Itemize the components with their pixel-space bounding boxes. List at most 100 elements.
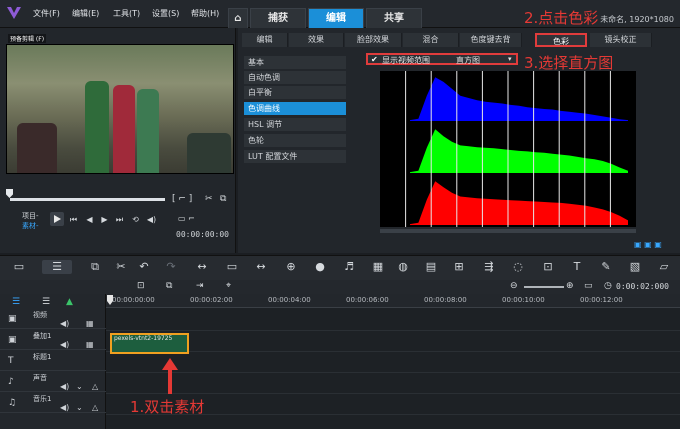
tab-edit[interactable]: 编辑 (308, 8, 364, 28)
nav-lut-profile[interactable]: LUT 配置文件 (244, 150, 346, 163)
marker-icon[interactable]: ⌖ (226, 281, 231, 291)
track-lock-icon[interactable]: △ (92, 403, 98, 412)
subtab-blend[interactable]: 混合 (403, 33, 459, 47)
scope-settings-icon[interactable]: ▣ (654, 240, 662, 249)
title-icon[interactable]: T (570, 260, 584, 274)
subtitle-icon[interactable]: ▤ (424, 260, 438, 274)
volume-icon[interactable]: ◀) (146, 214, 157, 225)
copy-icon[interactable]: ⧉ (220, 194, 226, 204)
mask-icon[interactable]: ◍ (396, 260, 410, 274)
scope-save-icon[interactable]: ▣ (644, 240, 652, 249)
next-frame-icon[interactable]: ▶ (99, 214, 110, 225)
nav-white-balance[interactable]: 白平衡 (244, 86, 346, 99)
timeline-row-overlay[interactable] (106, 331, 680, 352)
timeline-ruler[interactable]: 00:00:00:00 00:00:02:00 00:00:04:00 00:0… (106, 294, 680, 308)
loop-icon[interactable]: ◌ (511, 260, 525, 274)
track-manager-icon[interactable]: ⧉ (88, 260, 102, 274)
multicam-icon[interactable]: ▦ (371, 260, 385, 274)
timeline-view-icon[interactable]: ☰ (42, 260, 72, 274)
link-icon[interactable]: ⧉ (166, 281, 172, 291)
ripple-icon[interactable]: ⇥ (196, 281, 204, 291)
play-button[interactable] (50, 212, 64, 226)
menu-file[interactable]: 文件(F) (33, 8, 60, 19)
split-screen-icon[interactable]: ⊞ (452, 260, 466, 274)
track-music[interactable]: ♫ 音乐1 ◀) ⌄ △ (0, 394, 106, 413)
speed-icon[interactable]: ⇶ (482, 260, 496, 274)
scope-view-icon[interactable]: ▣ (634, 240, 642, 249)
zoom-in-icon[interactable]: ⊕ (566, 281, 574, 291)
undo-icon[interactable]: ↶ (137, 260, 151, 274)
track-expand-icon[interactable]: ⌄ (76, 403, 83, 412)
scrub-bar[interactable] (10, 198, 165, 201)
nav-tone-curve[interactable]: 色调曲线 (244, 102, 346, 115)
scope-select[interactable]: 直方图 (456, 55, 480, 66)
track-audio-icon[interactable]: ◀) (60, 319, 69, 328)
aspect-icon[interactable]: ▭ ⌐ (178, 214, 195, 223)
timeline-row-title[interactable] (106, 352, 680, 373)
track-expand-icon[interactable]: ⌄ (76, 382, 83, 391)
track-lock-icon[interactable]: △ (92, 382, 98, 391)
menu-tools[interactable]: 工具(T) (113, 8, 140, 19)
effect-icon[interactable]: ▧ (628, 260, 642, 274)
add-track-icon[interactable]: ▲ (66, 297, 73, 307)
subtab-lens-correction[interactable]: 镜头校正 (590, 33, 652, 47)
nav-auto-tone[interactable]: 自动色调 (244, 71, 346, 84)
trim-markers-icon[interactable]: [ ⌐ ] (172, 194, 192, 204)
track-audio-icon[interactable]: ◀) (60, 382, 69, 391)
storyboard-view-icon[interactable]: ▭ (12, 260, 26, 274)
clip-mode-label[interactable]: 素材- (22, 221, 39, 231)
track-audio-icon[interactable]: ◀) (60, 403, 69, 412)
video-preview[interactable] (6, 44, 234, 174)
home-tab[interactable]: ⌂ (228, 8, 248, 28)
motion-icon[interactable]: ⊕ (284, 260, 298, 274)
fit-icon[interactable]: ↔ (195, 260, 209, 274)
split-icon[interactable]: ✂ (205, 194, 213, 204)
zoom-slider[interactable] (524, 286, 564, 288)
zoom-time[interactable]: 0:00:02:000 (616, 282, 669, 291)
track-audio-icon[interactable]: ◀) (60, 340, 69, 349)
record-icon[interactable]: ● (313, 260, 327, 274)
subtab-effects[interactable]: 效果 (289, 33, 344, 47)
snap-icon[interactable]: ⊡ (137, 281, 145, 291)
crop-icon[interactable]: ▭ (225, 260, 239, 274)
nav-hsl[interactable]: HSL 调节 (244, 118, 346, 131)
more-icon[interactable]: ▱ (657, 260, 671, 274)
tab-capture[interactable]: 捕获 (250, 8, 306, 28)
timeline-row-voice[interactable] (106, 373, 680, 394)
timecode[interactable]: 00:00:00:00 (176, 230, 229, 239)
menu-settings[interactable]: 设置(S) (152, 8, 179, 19)
zoom-out-icon[interactable]: ⊖ (510, 281, 518, 291)
go-end-icon[interactable]: ⏭ (114, 214, 125, 225)
tab-share[interactable]: 共享 (366, 8, 422, 28)
track-voice[interactable]: ♪ 声音 ◀) ⌄ △ (0, 373, 106, 392)
nav-basic[interactable]: 基本 (244, 56, 346, 69)
timeline-row-video[interactable] (106, 310, 680, 331)
color-icon[interactable]: ✎ (599, 260, 613, 274)
subtab-color[interactable]: 色彩 (535, 33, 587, 47)
subtab-face-effects[interactable]: 脸部效果 (345, 33, 402, 47)
tracking-icon[interactable]: ⊡ (541, 260, 555, 274)
video-range-bar[interactable]: ✔ 显示视频范围 直方图 ▾ (366, 53, 518, 65)
fit-project-icon[interactable]: ▭ (584, 281, 593, 291)
track-list-icon[interactable]: ☰ (42, 297, 50, 307)
track-grid-icon[interactable]: ▦ (86, 340, 94, 349)
track-title[interactable]: T 标题1 (0, 352, 106, 371)
audio-icon[interactable]: ♬ (342, 260, 356, 274)
go-start-icon[interactable]: ⏮ (68, 214, 79, 225)
menu-help[interactable]: 帮助(H) (191, 8, 219, 19)
track-overlay[interactable]: ▣ 叠加1 ◀) ▦ (0, 331, 106, 350)
scope-scrollbar[interactable] (380, 229, 636, 233)
redo-icon[interactable]: ↷ (164, 260, 178, 274)
track-grid-icon[interactable]: ▦ (86, 319, 94, 328)
nav-color-wheel[interactable]: 色轮 (244, 134, 346, 147)
subtab-chroma-key[interactable]: 色度键去背 (460, 33, 522, 47)
prev-frame-icon[interactable]: ◀ (84, 214, 95, 225)
video-range-checkbox-label[interactable]: 显示视频范围 (382, 55, 430, 66)
subtab-edit[interactable]: 编辑 (242, 33, 288, 47)
tools-icon[interactable]: ✂ (114, 260, 128, 274)
transition-icon[interactable]: ↔ (254, 260, 268, 274)
menu-edit[interactable]: 编辑(E) (72, 8, 99, 19)
repeat-icon[interactable]: ⟲ (130, 214, 141, 225)
track-view-icon[interactable]: ☰ (12, 297, 20, 307)
track-video[interactable]: ▣ 视频 ◀) ▦ (0, 310, 106, 329)
